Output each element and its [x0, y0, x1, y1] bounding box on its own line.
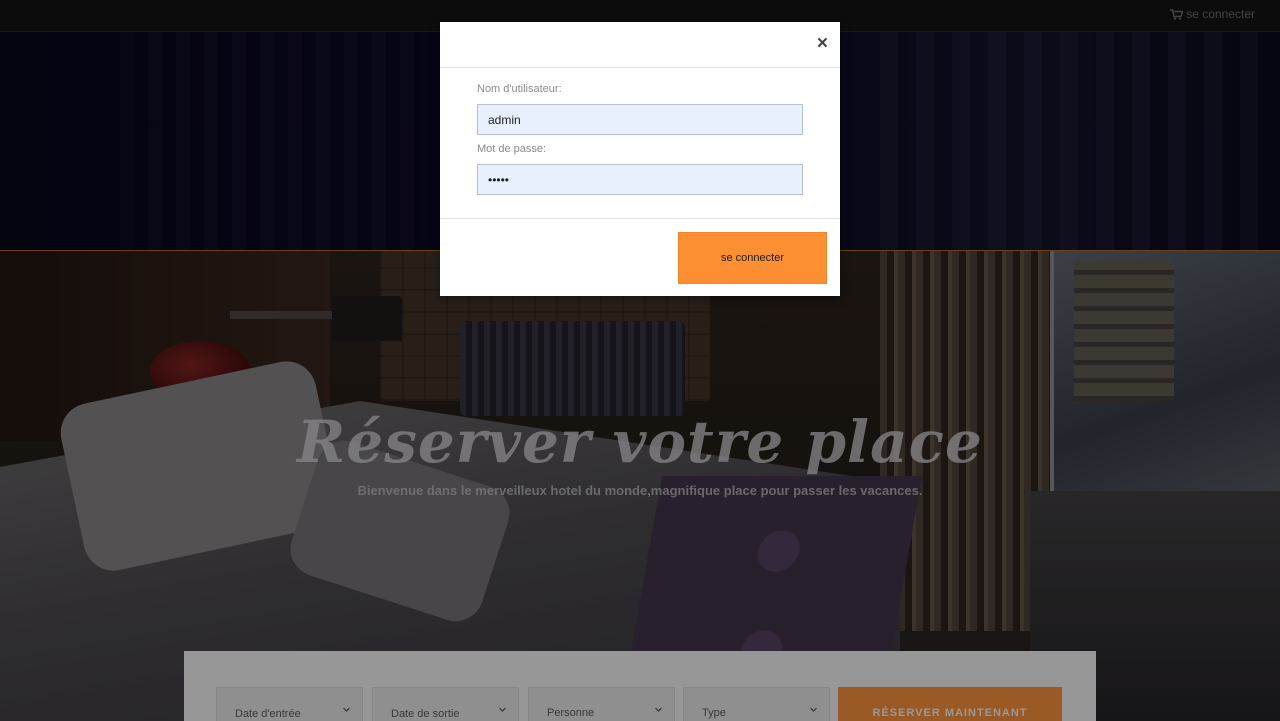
- login-submit-button[interactable]: se connecter: [678, 232, 827, 284]
- login-modal: × Nom d'utilisateur: Mot de passe: se co…: [440, 22, 840, 296]
- modal-header: ×: [440, 22, 840, 68]
- username-input[interactable]: [477, 104, 803, 135]
- modal-body: Nom d'utilisateur: Mot de passe:: [440, 68, 840, 219]
- password-input[interactable]: [477, 164, 803, 195]
- password-label: Mot de passe:: [477, 143, 547, 155]
- modal-footer: se connecter: [440, 219, 840, 296]
- close-icon[interactable]: ×: [817, 34, 828, 54]
- username-label: Nom d'utilisateur:: [477, 83, 562, 95]
